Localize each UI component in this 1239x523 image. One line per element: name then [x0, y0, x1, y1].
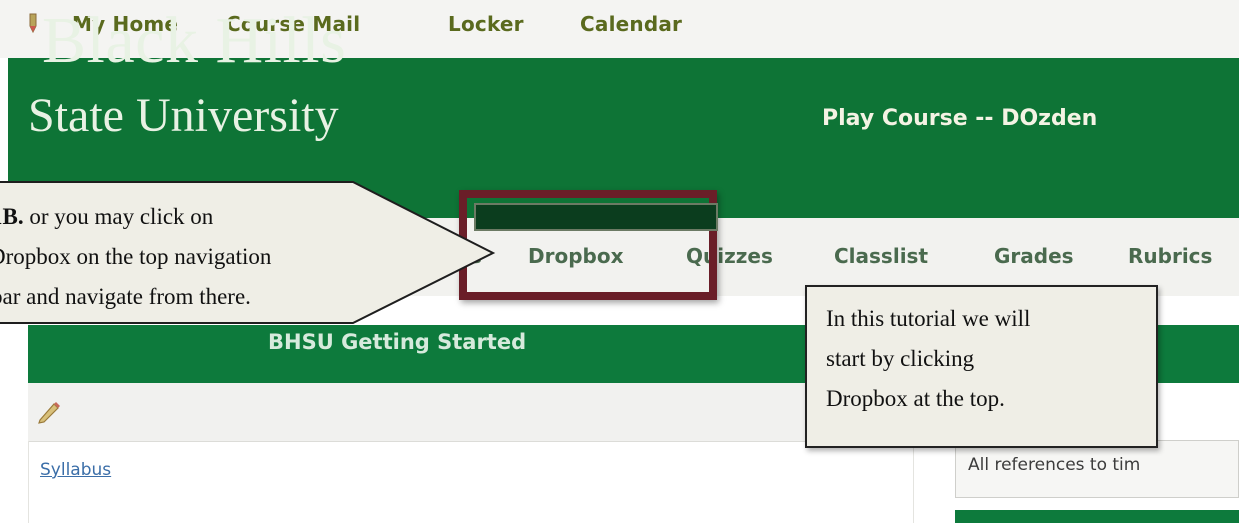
- pencil-icon[interactable]: [36, 400, 62, 424]
- content-list: [28, 441, 914, 523]
- arrow-callout-line1: or you may click on: [29, 204, 214, 229]
- course-nav-item-rubrics[interactable]: Rubrics: [1128, 244, 1212, 268]
- arrow-callout-text: 1B. or you may click on Dropbox on the t…: [0, 197, 400, 317]
- section-title: BHSU Getting Started: [268, 330, 527, 354]
- arrow-callout-line3: bar and navigate from there.: [0, 284, 251, 309]
- step-label: 1B.: [0, 204, 24, 229]
- tutorial-callout-text: In this tutorial we will start by clicki…: [826, 299, 1030, 419]
- right-panel-footer: [955, 510, 1239, 523]
- section-toolbar: [28, 383, 914, 442]
- right-panel-notice-text: All references to tim: [968, 455, 1141, 475]
- course-nav-item-grades[interactable]: Grades: [994, 244, 1074, 268]
- nav-link-locker[interactable]: Locker: [448, 12, 524, 36]
- callout-line2: start by clicking: [826, 346, 975, 371]
- nav-link-calendar[interactable]: Calendar: [580, 12, 682, 36]
- screenshot-stage: My Home Course Mail Locker Calendar Blac…: [0, 0, 1239, 523]
- arrow-callout-line2: Dropbox on the top navigation: [0, 244, 272, 269]
- syllabus-link[interactable]: Syllabus: [40, 460, 111, 480]
- university-logo-line1[interactable]: Black Hills: [42, 8, 346, 74]
- course-nav-item-classlist[interactable]: Classlist: [834, 244, 928, 268]
- course-title: Play Course -- DOzden: [822, 106, 1098, 131]
- callout-line1: In this tutorial we will: [826, 306, 1031, 331]
- pencil-icon[interactable]: [28, 12, 38, 34]
- highlight-inner-bar: [474, 203, 718, 231]
- university-logo-line2[interactable]: State University: [28, 92, 339, 140]
- callout-line3: Dropbox at the top.: [826, 386, 1005, 411]
